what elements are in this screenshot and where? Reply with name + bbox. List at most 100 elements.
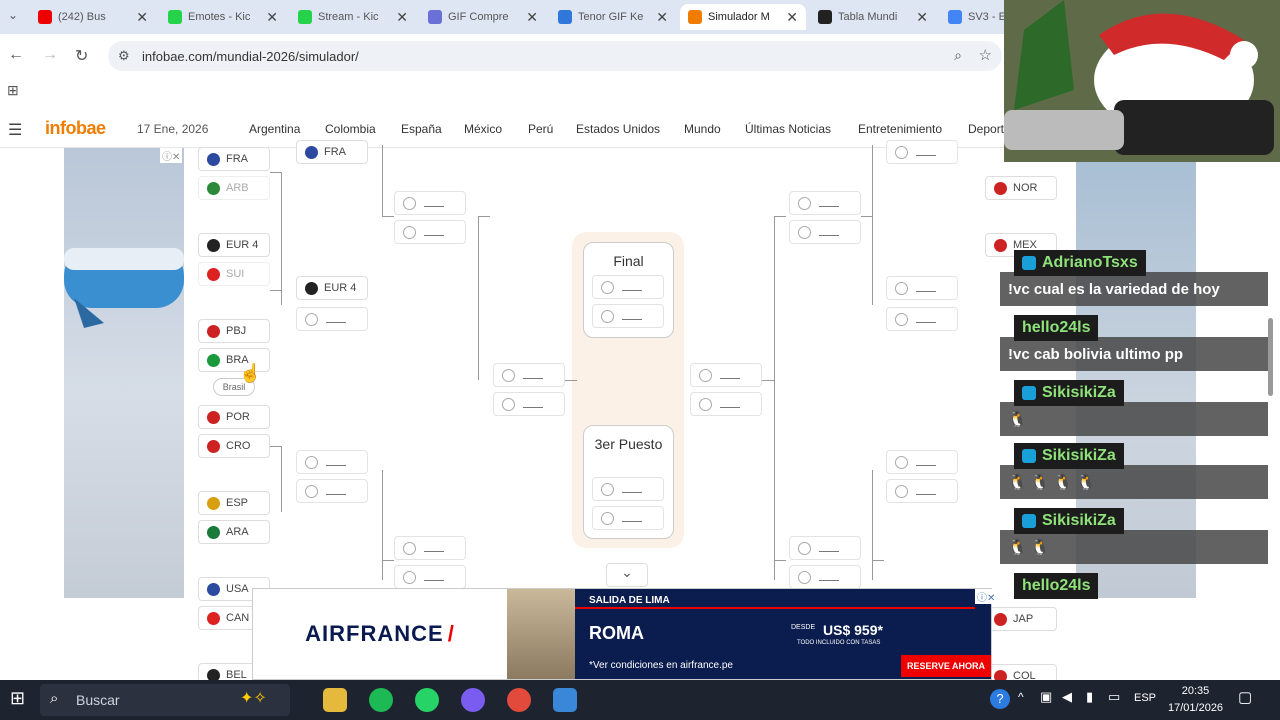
- file-explorer-icon[interactable]: [323, 688, 347, 712]
- browser-tab[interactable]: Simulador M ✕: [680, 4, 806, 30]
- site-nav-link[interactable]: Entretenimiento: [858, 122, 942, 136]
- scroll-down-chevron-icon[interactable]: ⌄: [606, 563, 648, 587]
- team-option[interactable]: EUR 4: [198, 233, 270, 257]
- bracket-team-slot[interactable]: EUR 4: [296, 276, 368, 300]
- menu-search-icon[interactable]: ☰: [8, 120, 22, 140]
- app-window-icon[interactable]: [553, 688, 577, 712]
- chrome-icon[interactable]: [507, 688, 531, 712]
- site-nav-link[interactable]: México: [464, 122, 502, 136]
- browser-tab[interactable]: Stream - Kic ✕: [290, 4, 416, 30]
- bracket-slot[interactable]: [493, 363, 565, 387]
- browser-tab[interactable]: Tenor GIF Ke ✕: [550, 4, 676, 30]
- reserve-button[interactable]: RESERVE AHORA: [901, 655, 991, 677]
- chat-username[interactable]: hello24ls: [1014, 573, 1099, 599]
- team-option[interactable]: CRO: [198, 434, 270, 458]
- site-nav-link[interactable]: Argentina: [249, 122, 300, 136]
- bracket-slot[interactable]: [394, 565, 466, 589]
- notifications-icon[interactable]: ▢: [1238, 688, 1252, 706]
- tab-close-icon[interactable]: ✕: [526, 9, 538, 26]
- site-nav-link[interactable]: España: [401, 122, 442, 136]
- tab-close-icon[interactable]: ✕: [266, 9, 278, 26]
- bracket-slot[interactable]: [296, 307, 368, 331]
- clock[interactable]: 20:35 17/01/2026: [1168, 683, 1223, 717]
- help-icon[interactable]: ?: [990, 689, 1010, 709]
- bracket-slot[interactable]: [886, 479, 958, 503]
- tab-close-icon[interactable]: ✕: [136, 9, 148, 26]
- bracket-slot[interactable]: [296, 450, 368, 474]
- site-logo[interactable]: infobae: [45, 118, 106, 139]
- bracket-slot[interactable]: [789, 191, 861, 215]
- tab-list-chevron-icon[interactable]: ⌄: [8, 8, 18, 22]
- discord-icon[interactable]: [461, 688, 485, 712]
- bracket-slot[interactable]: [886, 307, 958, 331]
- ad-close-icon[interactable]: ⓘ✕: [975, 589, 998, 604]
- whatsapp-icon[interactable]: [415, 688, 439, 712]
- bracket-team-slot[interactable]: FRA: [296, 140, 368, 164]
- zoom-icon[interactable]: ⌕: [954, 47, 962, 64]
- bracket-slot[interactable]: [886, 450, 958, 474]
- address-bar[interactable]: ⚙ infobae.com/mundial-2026/simulador/ ⌕ …: [108, 41, 1002, 71]
- site-nav-link[interactable]: Deport: [968, 122, 1004, 136]
- spotify-icon[interactable]: [369, 688, 393, 712]
- bracket-slot[interactable]: [394, 220, 466, 244]
- tab-close-icon[interactable]: ✕: [396, 9, 408, 26]
- back-icon[interactable]: ←: [8, 46, 24, 64]
- third-place-box-slot[interactable]: [592, 477, 664, 501]
- volume-icon[interactable]: ◀: [1062, 689, 1072, 705]
- site-nav-link[interactable]: Perú: [528, 122, 553, 136]
- bottom-banner-ad[interactable]: AIRFRANCE / SALIDA DE LIMA ROMA DESDE US$…: [252, 588, 998, 680]
- team-option[interactable]: PBJ: [198, 319, 270, 343]
- left-side-ad[interactable]: ⓘ✕: [64, 148, 184, 598]
- team-option[interactable]: SUI: [198, 262, 270, 286]
- final-box-slot[interactable]: [592, 304, 664, 328]
- chat-username[interactable]: SikisikiZa: [1014, 508, 1124, 534]
- tray-device-icon[interactable]: ▣: [1040, 689, 1052, 705]
- bracket-slot[interactable]: [886, 276, 958, 300]
- chat-username[interactable]: SikisikiZa: [1014, 380, 1124, 406]
- chat-username[interactable]: SikisikiZa: [1014, 443, 1124, 469]
- bracket-slot[interactable]: [296, 479, 368, 503]
- apps-grid-icon[interactable]: ⊞: [7, 82, 19, 99]
- site-nav-link[interactable]: Estados Unidos: [576, 122, 660, 136]
- site-nav-link[interactable]: Últimas Noticias: [745, 122, 831, 136]
- site-nav-link[interactable]: Mundo: [684, 122, 721, 136]
- ad-info-icon[interactable]: ⓘ✕: [160, 148, 183, 163]
- input-language[interactable]: ESP: [1134, 692, 1156, 704]
- bracket-slot[interactable]: [394, 191, 466, 215]
- tab-close-icon[interactable]: ✕: [786, 9, 798, 26]
- chat-username[interactable]: AdrianoTsxs: [1014, 250, 1146, 276]
- team-option[interactable]: ARA: [198, 520, 270, 544]
- bracket-slot[interactable]: [886, 140, 958, 164]
- browser-tab[interactable]: (242) Bus ✕: [30, 4, 156, 30]
- bracket-slot[interactable]: [789, 220, 861, 244]
- browser-tab[interactable]: GIF Compre ✕: [420, 4, 546, 30]
- microphone-icon[interactable]: ▮: [1086, 689, 1093, 705]
- forward-icon[interactable]: →: [42, 46, 58, 64]
- browser-tab[interactable]: Emotes - Kic ✕: [160, 4, 286, 30]
- team-option[interactable]: ESP: [198, 491, 270, 515]
- chat-username[interactable]: hello24ls: [1014, 315, 1099, 341]
- network-icon[interactable]: ▭: [1108, 689, 1120, 705]
- team-option[interactable]: FRA: [198, 147, 270, 171]
- bracket-slot[interactable]: [690, 392, 762, 416]
- team-option[interactable]: ARB: [198, 176, 270, 200]
- bracket-slot[interactable]: [493, 392, 565, 416]
- team-option[interactable]: NOR: [985, 176, 1057, 200]
- bracket-slot[interactable]: [394, 536, 466, 560]
- final-box-slot[interactable]: [592, 275, 664, 299]
- third-place-box-slot[interactable]: [592, 506, 664, 530]
- tray-chevron-icon[interactable]: ^: [1018, 690, 1024, 704]
- bookmark-star-icon[interactable]: ☆: [979, 46, 992, 64]
- taskbar-search[interactable]: ⌕ Buscar ✦✧: [40, 684, 290, 716]
- site-info-icon[interactable]: ⚙: [118, 48, 130, 64]
- start-windows-icon[interactable]: ⊞: [10, 688, 25, 709]
- bracket-slot[interactable]: [789, 565, 861, 589]
- browser-tab[interactable]: Tabla Mundi ✕: [810, 4, 936, 30]
- tab-close-icon[interactable]: ✕: [916, 9, 928, 26]
- bracket-slot[interactable]: [690, 363, 762, 387]
- team-option[interactable]: JAP: [985, 607, 1057, 631]
- tab-close-icon[interactable]: ✕: [656, 9, 668, 26]
- bracket-slot[interactable]: [789, 536, 861, 560]
- team-option[interactable]: POR: [198, 405, 270, 429]
- site-nav-link[interactable]: Colombia: [325, 122, 376, 136]
